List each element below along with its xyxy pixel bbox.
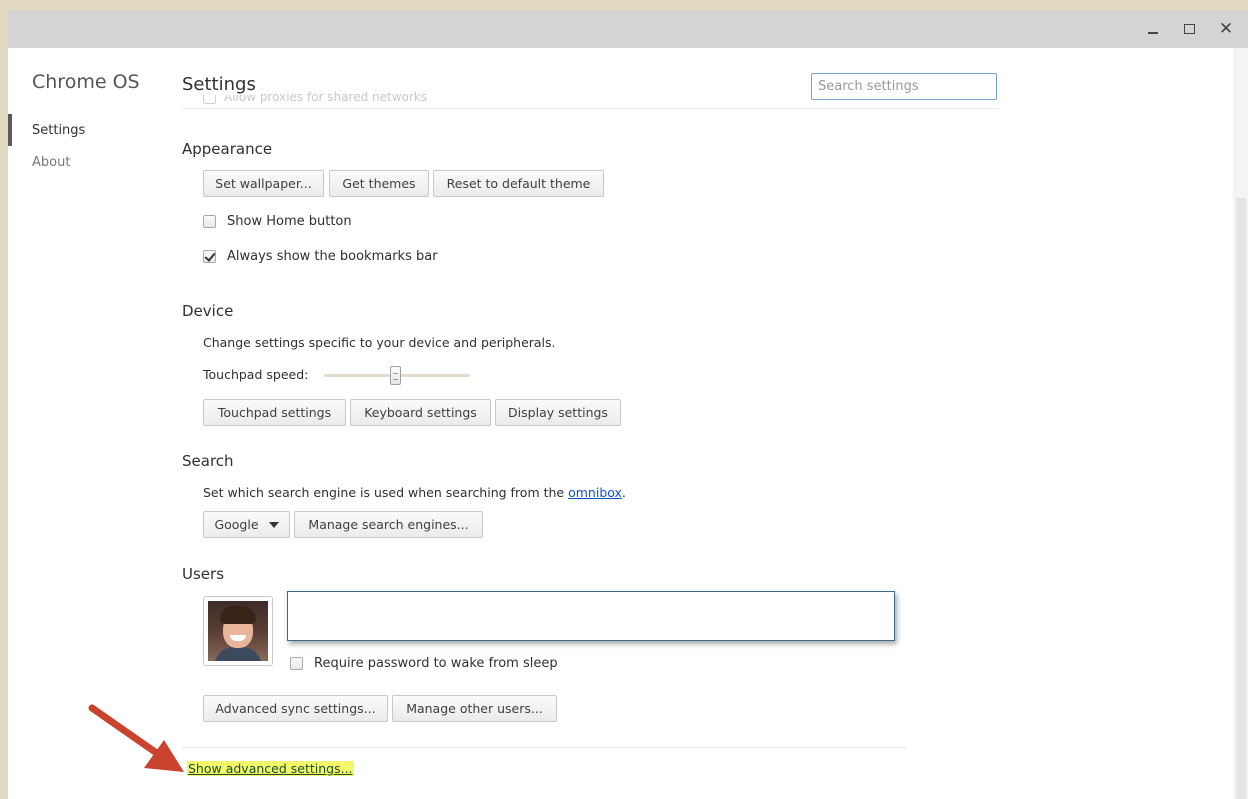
user-photo	[208, 601, 268, 661]
device-description: Change settings specific to your device …	[203, 335, 556, 350]
scrollbar-thumb[interactable]	[1236, 198, 1246, 799]
maximize-button[interactable]	[1178, 18, 1200, 40]
search-description: Set which search engine is used when sea…	[203, 485, 626, 500]
get-themes-button[interactable]: Get themes	[329, 170, 429, 197]
footer-divider	[182, 747, 907, 748]
maximize-icon	[1183, 24, 1195, 34]
search-engine-select[interactable]: Google	[203, 511, 290, 538]
display-settings-button[interactable]: Display settings	[495, 399, 621, 426]
user-name-box[interactable]	[287, 591, 895, 641]
show-advanced-settings-link[interactable]: Show advanced settings...	[187, 761, 354, 776]
omnibox-link[interactable]: omnibox	[568, 485, 622, 500]
sidebar-item-about[interactable]: About	[32, 155, 70, 170]
bookmarks-bar-checkbox[interactable]	[203, 250, 216, 263]
annotation-arrow-icon	[88, 704, 184, 772]
user-avatar[interactable]	[203, 596, 273, 666]
search-description-end: .	[621, 485, 626, 500]
close-button[interactable]: ✕	[1215, 18, 1237, 40]
page-title: Settings	[182, 74, 260, 95]
section-title-appearance: Appearance	[182, 140, 273, 158]
bookmarks-bar-row[interactable]: Always show the bookmarks bar	[203, 249, 438, 264]
require-password-row[interactable]: Require password to wake from sleep	[290, 656, 558, 671]
search-engine-selected: Google	[214, 517, 259, 532]
search-input[interactable]	[811, 73, 997, 100]
dropdown-arrow-icon	[268, 521, 279, 528]
show-home-button-checkbox[interactable]	[203, 215, 216, 228]
minimize-icon	[1148, 32, 1158, 34]
section-title-device: Device	[182, 302, 234, 320]
section-title-users: Users	[182, 565, 225, 583]
manage-search-engines-button[interactable]: Manage search engines...	[294, 511, 483, 538]
minimize-button[interactable]	[1142, 18, 1164, 40]
require-password-label: Require password to wake from sleep	[314, 656, 558, 671]
sidebar-selected-marker	[8, 114, 12, 146]
bookmarks-bar-label: Always show the bookmarks bar	[227, 249, 438, 264]
show-home-button-row[interactable]: Show Home button	[203, 214, 352, 229]
title-bar: ✕	[8, 10, 1248, 48]
avatar-hair	[220, 606, 256, 624]
header-divider	[182, 108, 998, 109]
section-title-search: Search	[182, 452, 234, 470]
close-icon: ✕	[1218, 18, 1234, 39]
avatar-shirt	[214, 647, 262, 661]
manage-other-users-button[interactable]: Manage other users...	[392, 695, 557, 722]
sidebar-title: Chrome OS	[32, 71, 140, 93]
touchpad-speed-label: Touchpad speed:	[203, 367, 309, 382]
sidebar-item-settings[interactable]: Settings	[32, 123, 85, 138]
vertical-scrollbar[interactable]	[1233, 48, 1248, 799]
show-home-button-label: Show Home button	[227, 214, 352, 229]
keyboard-settings-button[interactable]: Keyboard settings	[350, 399, 491, 426]
settings-window: ✕ Chrome OS Settings About Allow proxies…	[8, 10, 1248, 799]
search-description-text: Set which search engine is used when sea…	[203, 485, 569, 500]
touchpad-settings-button[interactable]: Touchpad settings	[203, 399, 346, 426]
touchpad-speed-slider-thumb[interactable]	[390, 366, 401, 385]
advanced-sync-settings-button[interactable]: Advanced sync settings...	[203, 695, 388, 722]
require-password-checkbox[interactable]	[290, 657, 303, 670]
set-wallpaper-button[interactable]: Set wallpaper...	[203, 170, 324, 197]
reset-theme-button[interactable]: Reset to default theme	[433, 170, 604, 197]
